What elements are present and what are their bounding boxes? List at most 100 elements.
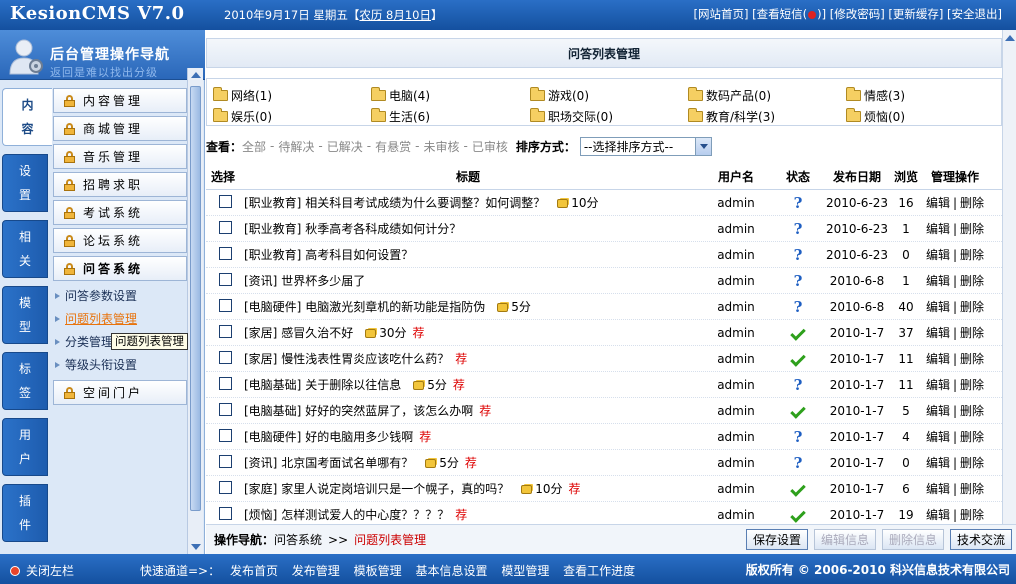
edit-link[interactable]: 编辑 <box>926 326 950 340</box>
delete-link[interactable]: 删除 <box>960 404 984 418</box>
row-checkbox[interactable] <box>219 480 232 494</box>
category-link[interactable]: 游戏(0) <box>530 87 589 104</box>
quick-link-template-management[interactable]: 模板管理 <box>354 564 402 578</box>
save-settings-button[interactable]: 保存设置 <box>745 529 808 550</box>
sort-select[interactable]: --选择排序方式-- <box>579 136 712 156</box>
tab-models[interactable]: 模型 <box>2 286 48 344</box>
delete-info-button[interactable]: 删除信息 <box>881 529 944 550</box>
row-checkbox[interactable] <box>219 428 232 442</box>
row-checkbox[interactable] <box>219 350 232 364</box>
question-link[interactable]: [职业教育] 秋季高考各科成绩如何计分？ <box>244 222 461 236</box>
scroll-up-icon[interactable] <box>191 72 201 78</box>
row-checkbox[interactable] <box>219 376 232 390</box>
delete-link[interactable]: 删除 <box>960 456 984 470</box>
messages-link[interactable]: [查看短信()] <box>752 7 826 21</box>
category-link[interactable]: 生活(6) <box>371 108 430 125</box>
scroll-up-icon[interactable] <box>1005 35 1015 41</box>
logout-link[interactable]: [安全退出] <box>947 7 1002 21</box>
edit-link[interactable]: 编辑 <box>926 248 950 262</box>
filter-unreviewed[interactable]: 未审核 <box>423 138 459 155</box>
edit-link[interactable]: 编辑 <box>926 352 950 366</box>
filter-rewarded[interactable]: 有悬赏 <box>375 138 411 155</box>
category-link[interactable]: 烦恼(0) <box>846 108 905 125</box>
category-link[interactable]: 娱乐(0) <box>213 108 272 125</box>
scroll-down-icon[interactable] <box>191 544 201 550</box>
update-cache-link[interactable]: [更新缓存] <box>888 7 943 21</box>
question-link[interactable]: [烦恼] 怎样测试爱人的中心度？？？？ <box>244 508 449 522</box>
quick-link-basic-settings[interactable]: 基本信息设置 <box>415 564 487 578</box>
close-left-panel-button[interactable]: 关闭左栏 <box>10 562 74 579</box>
menu-jobs[interactable]: 招聘求职 <box>53 172 187 197</box>
edit-link[interactable]: 编辑 <box>926 274 950 288</box>
delete-link[interactable]: 删除 <box>960 300 984 314</box>
delete-link[interactable]: 删除 <box>960 508 984 522</box>
content-scrollbar[interactable] <box>1002 30 1016 524</box>
menu-music-management[interactable]: 音乐管理 <box>53 144 187 169</box>
tech-support-button[interactable]: 技术交流 <box>949 529 1012 550</box>
edit-link[interactable]: 编辑 <box>926 378 950 392</box>
question-link[interactable]: [职业教育] 高考科目如何设置？ <box>244 248 413 262</box>
filter-all[interactable]: 全部 <box>242 138 266 155</box>
delete-link[interactable]: 删除 <box>960 378 984 392</box>
quick-link-model-management[interactable]: 模型管理 <box>501 564 549 578</box>
quick-link-work-progress[interactable]: 查看工作进度 <box>563 564 635 578</box>
menu-exam-system[interactable]: 考试系统 <box>53 200 187 225</box>
menu-space-portal[interactable]: 空间门户 <box>53 380 187 405</box>
row-checkbox[interactable] <box>219 324 232 338</box>
category-link[interactable]: 教育/科学(3) <box>688 108 775 125</box>
question-link[interactable]: [电脑基础] 好好的突然蓝屏了，该怎么办啊 <box>244 404 473 418</box>
row-checkbox[interactable] <box>219 272 232 286</box>
scroll-thumb[interactable] <box>190 86 201 511</box>
delete-link[interactable]: 删除 <box>960 326 984 340</box>
row-checkbox[interactable] <box>219 506 232 520</box>
menu-qa-system[interactable]: 问答系统 <box>53 256 187 281</box>
edit-info-button[interactable]: 编辑信息 <box>813 529 876 550</box>
quick-link-publish-home[interactable]: 发布首页 <box>230 564 278 578</box>
question-link[interactable]: [职业教育] 相关科目考试成绩为什么要调整？如何调整？ <box>244 196 545 210</box>
menu-content-management[interactable]: 内容管理 <box>53 88 187 113</box>
tab-settings[interactable]: 设置 <box>2 154 48 212</box>
quick-link-publish-management[interactable]: 发布管理 <box>292 564 340 578</box>
delete-link[interactable]: 删除 <box>960 248 984 262</box>
tab-tags[interactable]: 标签 <box>2 352 48 410</box>
tab-content[interactable]: 内容 <box>2 88 52 146</box>
nav-scrollbar[interactable] <box>187 68 203 554</box>
submenu-rank-titles[interactable]: 等级头衔设置 <box>55 353 187 376</box>
filter-reviewed[interactable]: 已审核 <box>472 138 508 155</box>
filter-pending[interactable]: 待解决 <box>278 138 314 155</box>
menu-forum-system[interactable]: 论坛系统 <box>53 228 187 253</box>
row-checkbox[interactable] <box>219 246 232 260</box>
edit-link[interactable]: 编辑 <box>926 430 950 444</box>
delete-link[interactable]: 删除 <box>960 430 984 444</box>
delete-link[interactable]: 删除 <box>960 222 984 236</box>
delete-link[interactable]: 删除 <box>960 196 984 210</box>
edit-link[interactable]: 编辑 <box>926 196 950 210</box>
delete-link[interactable]: 删除 <box>960 352 984 366</box>
edit-link[interactable]: 编辑 <box>926 508 950 522</box>
home-link[interactable]: [网站首页] <box>693 7 748 21</box>
category-link[interactable]: 网络(1) <box>213 87 272 104</box>
row-checkbox[interactable] <box>219 194 232 208</box>
question-link[interactable]: [家居] 慢性浅表性胃炎应该吃什么药？ <box>244 352 449 366</box>
question-link[interactable]: [电脑基础] 关于删除以往信息 <box>244 378 401 392</box>
row-checkbox[interactable] <box>219 220 232 234</box>
edit-link[interactable]: 编辑 <box>926 300 950 314</box>
question-link[interactable]: [资讯] 世界杯多少届了 <box>244 274 365 288</box>
question-link[interactable]: [电脑硬件] 电脑激光刻章机的新功能是指防伪 <box>244 300 485 314</box>
delete-link[interactable]: 删除 <box>960 274 984 288</box>
row-checkbox[interactable] <box>219 454 232 468</box>
change-password-link[interactable]: [修改密码] <box>830 7 885 21</box>
tab-related[interactable]: 相关 <box>2 220 48 278</box>
tab-plugins[interactable]: 插件 <box>2 484 48 542</box>
row-checkbox[interactable] <box>219 298 232 312</box>
category-link[interactable]: 职场交际(0) <box>530 108 613 125</box>
question-link[interactable]: [家庭] 家里人说定岗培训只是一个幌子，真的吗？ <box>244 482 509 496</box>
question-link[interactable]: [电脑硬件] 好的电脑用多少钱啊 <box>244 430 413 444</box>
menu-shop-management[interactable]: 商城管理 <box>53 116 187 141</box>
submenu-category-management[interactable]: 分类管理 问题列表管理 <box>55 330 188 353</box>
submenu-question-list[interactable]: 问题列表管理 <box>55 307 187 330</box>
chevron-down-icon[interactable] <box>694 137 711 155</box>
opnav-system-link[interactable]: 问答系统 <box>274 531 322 548</box>
edit-link[interactable]: 编辑 <box>926 482 950 496</box>
edit-link[interactable]: 编辑 <box>926 222 950 236</box>
